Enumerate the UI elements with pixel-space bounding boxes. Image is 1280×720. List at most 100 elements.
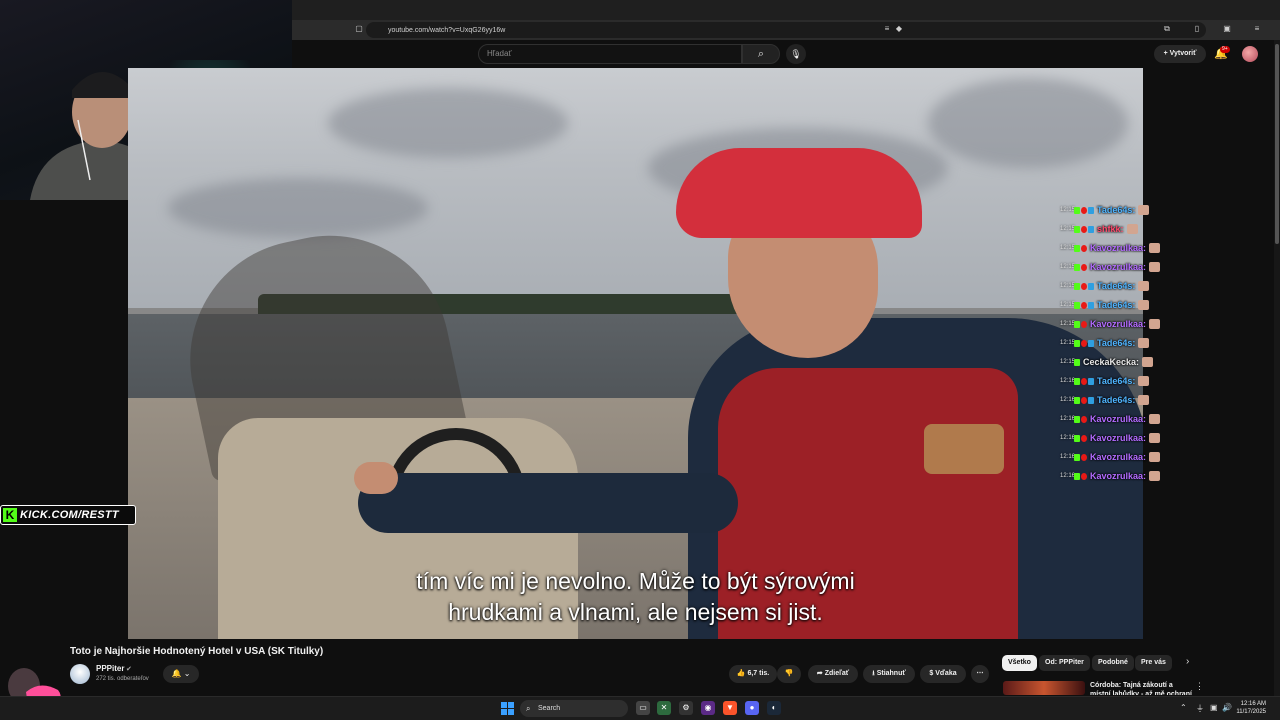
tray-chevron-icon[interactable]: ⌃ — [1180, 703, 1187, 712]
channel-avatar[interactable] — [70, 664, 90, 684]
subscription-bell-button[interactable]: 🔔 ⌄ — [163, 665, 199, 683]
red-badge-icon — [1081, 339, 1087, 347]
share-icon: ➦ — [816, 670, 823, 677]
like-count: 6,7 tis. — [747, 670, 770, 677]
more-icon: ⋯ — [976, 670, 984, 677]
steam-icon[interactable]: ◐ — [767, 701, 781, 715]
task-view-icon[interactable]: ▭ — [636, 701, 650, 715]
app-icon-green[interactable]: ✕ — [657, 701, 671, 715]
chat-username: Kavozrulkaa: — [1090, 471, 1147, 481]
kick-logo-icon: K — [3, 508, 17, 522]
chat-timestamp: 12:16 — [1060, 454, 1076, 460]
chat-emote-icon — [1138, 281, 1150, 291]
chat-message: 12:15 CeckaKecka: — [1060, 353, 1154, 371]
url-field[interactable]: youtube.com/watch?v=UxqG26yy16w — [366, 22, 1206, 38]
chat-timestamp: 12:15 — [1060, 264, 1076, 270]
url-text: youtube.com/watch?v=UxqG26yy16w — [388, 26, 506, 34]
windows-start-icon[interactable] — [501, 702, 514, 715]
video-title: Toto je Najhoršie Hodnotený Hotel v USA … — [70, 646, 324, 657]
chat-username: Tade64s: — [1097, 395, 1136, 405]
red-badge-icon — [1081, 225, 1087, 233]
chip-similar[interactable]: Podobné — [1092, 655, 1134, 671]
chat-username: Kavozrulkaa: — [1090, 414, 1147, 424]
red-badge-icon — [1081, 244, 1087, 252]
scrollbar-thumb[interactable] — [1275, 44, 1279, 244]
green-badge-icon — [1074, 206, 1080, 214]
download-button[interactable]: ⭳ Stiahnuť — [863, 665, 915, 683]
thanks-label: Vďaka — [935, 670, 957, 677]
chevron-right-icon[interactable]: › — [1186, 656, 1189, 667]
voice-search-button[interactable]: 🎙 — [786, 44, 806, 64]
taskbar-search[interactable]: ⌕ Search — [520, 700, 628, 717]
chat-timestamp: 12:16 — [1060, 416, 1076, 422]
chat-timestamp: 12:15 — [1060, 207, 1076, 213]
chat-emote-icon — [1149, 319, 1161, 329]
app-icon-purple[interactable]: ◉ — [701, 701, 715, 715]
thanks-button[interactable]: $ Vďaka — [920, 665, 966, 683]
red-badge-icon — [1081, 206, 1087, 214]
green-badge-icon — [1074, 339, 1080, 347]
extensions-icon[interactable]: ⧉ — [1162, 24, 1172, 34]
tray-network-icon[interactable]: ▣ — [1210, 703, 1218, 712]
recommended-more-icon[interactable]: ⋮ — [1195, 681, 1204, 692]
app-icon-gear[interactable]: ⚙ — [679, 701, 693, 715]
chat-emote-icon — [1138, 300, 1150, 310]
search-button[interactable]: ⌕ — [742, 44, 780, 64]
red-badge-icon — [1081, 453, 1087, 461]
chat-username: Kavozrulkaa: — [1090, 262, 1147, 272]
chip-for-you[interactable]: Pre vás — [1135, 655, 1172, 671]
recommended-video-title[interactable]: Córdoba: Tajná zákoutí a místní lahůdky … — [1090, 681, 1195, 695]
search-input[interactable]: Hľadať — [478, 44, 742, 64]
menu-icon[interactable]: ≡ — [1252, 24, 1262, 34]
brave-browser-icon[interactable]: ▼ — [723, 701, 737, 715]
bookmark-icon[interactable]: ▢ — [354, 24, 364, 34]
tray-usb-icon[interactable]: ⏚ — [1196, 703, 1204, 714]
verified-icon: ✔ — [126, 666, 132, 673]
chat-message: 12:16 Kavozrulkaa: — [1060, 467, 1161, 485]
blue-badge-icon — [1088, 377, 1094, 385]
chat-message: 12:16 Kavozrulkaa: — [1060, 410, 1161, 428]
chat-emote-icon — [1149, 262, 1161, 272]
taskbar-clock[interactable]: 12:16 AM 11/17/2025 — [1236, 700, 1266, 716]
subscriber-count: 272 tis. odberateľov — [96, 676, 149, 682]
chat-message: 12:16 Tade64s: — [1060, 391, 1150, 409]
page-scrollbar[interactable] — [1274, 40, 1280, 696]
discord-icon[interactable]: ● — [745, 701, 759, 715]
green-badge-icon — [1074, 377, 1080, 385]
subtitle-line-2: hrudkami a vlnami, ale nejsem si jist. — [448, 599, 823, 625]
chat-username: CeckaKecka: — [1083, 357, 1140, 367]
video-player[interactable]: tím víc mi je nevolno. Může to být sýrov… — [128, 68, 1143, 639]
video-hand — [354, 462, 398, 494]
blue-badge-icon — [1088, 282, 1094, 290]
stream-chat-overlay: 12:15 Tade64s: 12:15 shfkk: 12:15 Kavozrulkaa… — [1060, 201, 1220, 501]
user-avatar[interactable] — [1242, 46, 1258, 62]
channel-name[interactable]: PPPiter — [96, 664, 124, 673]
sidebar-icon[interactable]: ▯ — [1192, 24, 1202, 34]
chat-username: Tade64s: — [1097, 338, 1136, 348]
chat-message: 12:15 Tade64s: — [1060, 334, 1150, 352]
subtitles: tím víc mi je nevolno. Může to být sýrov… — [128, 566, 1143, 628]
create-button[interactable]: + Vytvoriť — [1154, 45, 1206, 63]
chat-emote-icon — [1149, 433, 1161, 443]
chat-username: Kavozrulkaa: — [1090, 433, 1147, 443]
thumbs-down-icon: 👎 — [784, 670, 794, 677]
chat-timestamp: 12:15 — [1060, 302, 1076, 308]
chat-timestamp: 12:15 — [1060, 245, 1076, 251]
wallet-icon[interactable]: ▣ — [1222, 24, 1232, 34]
more-actions-button[interactable]: ⋯ — [971, 665, 989, 683]
green-badge-icon — [1074, 434, 1080, 442]
chip-from-channel[interactable]: Od: PPPiter — [1039, 655, 1090, 671]
red-badge-icon — [1081, 415, 1087, 423]
chat-username: shfkk: — [1097, 224, 1124, 234]
download-label: Stiahnuť — [876, 670, 906, 677]
site-info-icon[interactable]: ≡ — [882, 24, 892, 34]
share-button[interactable]: ➦ Zdieľať — [808, 665, 858, 683]
tray-volume-icon[interactable]: 🔊 — [1222, 703, 1232, 712]
recommended-video-thumbnail[interactable] — [1003, 681, 1085, 695]
red-badge-icon — [1081, 282, 1087, 290]
like-button[interactable]: 👍 6,7 tis. — [729, 665, 777, 683]
chat-emote-icon — [1138, 376, 1150, 386]
brave-shield-icon[interactable]: ◆ — [894, 24, 904, 34]
dislike-button[interactable]: 👎 — [777, 665, 801, 683]
chip-all[interactable]: Všetko — [1002, 655, 1037, 671]
